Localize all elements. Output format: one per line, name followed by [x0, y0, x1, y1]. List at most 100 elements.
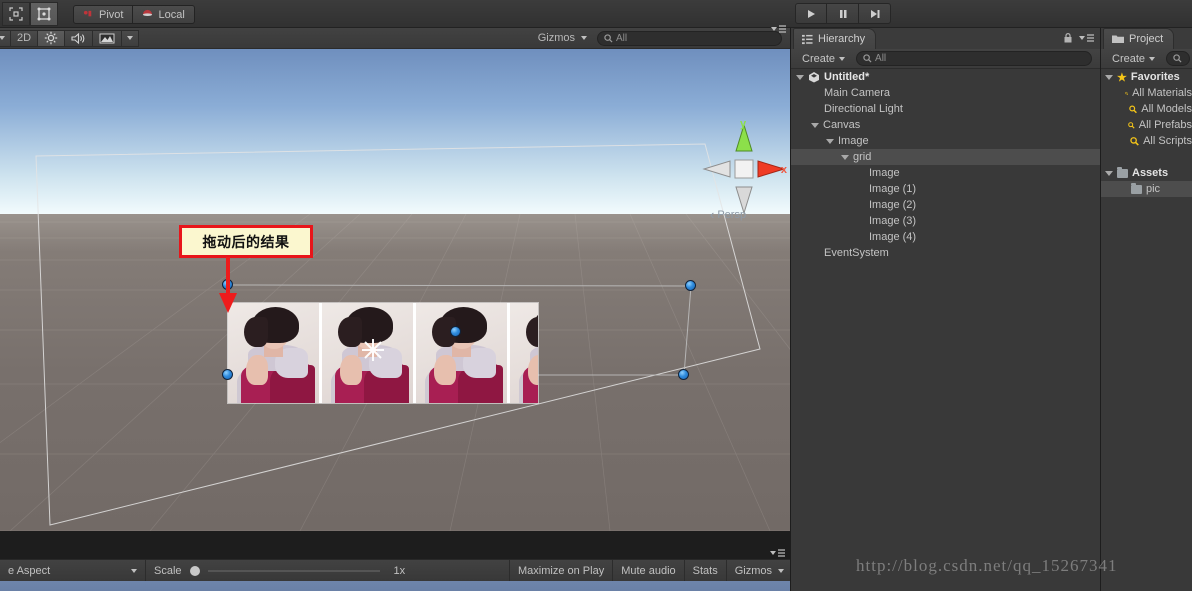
list-item[interactable] [510, 303, 538, 403]
tree-row-label: EventSystem [824, 247, 889, 259]
project-create-button[interactable]: Create [1107, 51, 1160, 67]
local-toggle-button[interactable]: Local [133, 5, 195, 24]
rect-handle-bottom-right[interactable] [678, 369, 689, 380]
hierarchy-search-input[interactable]: All [856, 51, 1092, 66]
tree-row-label: Assets [1132, 167, 1169, 179]
scene-viewport[interactable]: y x ‹ Persp 拖动后的结果 [0, 49, 790, 531]
tree-row[interactable]: Untitled* [791, 69, 1100, 85]
play-button[interactable] [795, 3, 827, 24]
chevron-down-icon[interactable] [841, 154, 849, 160]
2d-toggle-button[interactable]: 2D [10, 29, 39, 47]
project-create-label: Create [1112, 52, 1146, 65]
game-view-toolbar: e Aspect Scale 1x Maximize on Play Mute … [0, 549, 790, 582]
aspect-dropdown[interactable]: e Aspect [0, 560, 145, 582]
step-button[interactable] [859, 3, 891, 24]
unity-icon [809, 72, 819, 83]
game-viewport[interactable] [0, 581, 790, 591]
tab-hierarchy[interactable]: Hierarchy [793, 28, 877, 49]
move-cursor-icon [362, 339, 384, 361]
hierarchy-search-placeholder: All [875, 53, 887, 64]
audio-toggle-button[interactable] [64, 29, 94, 47]
scene-sky [0, 49, 790, 214]
tree-row[interactable]: Image [791, 165, 1100, 181]
hierarchy-create-button[interactable]: Create [797, 51, 850, 67]
hierarchy-icon [802, 34, 813, 44]
chevron-down-icon[interactable] [1105, 170, 1113, 176]
project-tree[interactable]: ★ Favorites All Materials All Models All Pre… [1101, 69, 1192, 591]
rect-handle-bottom-left[interactable] [222, 369, 233, 380]
rect-handle-top-right[interactable] [685, 280, 696, 291]
scene-gizmos-dropdown[interactable]: Gizmos [532, 30, 593, 47]
maximize-on-play-button[interactable]: Maximize on Play [509, 559, 612, 582]
game-gizmos-dropdown[interactable]: Gizmos [725, 559, 790, 582]
lighting-toggle-button[interactable] [37, 29, 66, 47]
tree-row-label: grid [853, 151, 872, 163]
chevron-down-icon[interactable] [796, 74, 804, 80]
list-item[interactable] [228, 303, 319, 403]
tree-row[interactable]: Image [791, 133, 1100, 149]
pause-button[interactable] [827, 3, 859, 24]
globe-icon [143, 9, 153, 16]
list-item[interactable] [416, 303, 507, 403]
rect-handle-pivot[interactable] [450, 326, 461, 337]
scale-label: Scale [154, 564, 182, 577]
tree-row[interactable]: Directional Light [791, 101, 1100, 117]
search-icon [1129, 136, 1139, 146]
scene-view-panel: 2D Gizmos All y x ‹ Persp 拖动后的结果 e Aspec… [0, 25, 790, 591]
tree-row[interactable]: grid [791, 149, 1100, 165]
tree-row[interactable]: All Models [1101, 101, 1192, 117]
effects-dropdown[interactable] [121, 29, 140, 47]
main-toolbar: Pivot Local [0, 0, 1192, 28]
lock-icon[interactable] [1063, 32, 1073, 44]
tree-row-label: Directional Light [824, 103, 903, 115]
chevron-down-icon [0, 36, 5, 40]
tree-row[interactable]: EventSystem [791, 245, 1100, 261]
chevron-down-icon[interactable] [1105, 74, 1113, 80]
chevron-down-icon[interactable] [811, 122, 819, 128]
tree-row-label: Image (2) [869, 199, 917, 211]
tree-row[interactable]: Canvas [791, 117, 1100, 133]
tab-project[interactable]: Project [1103, 28, 1175, 49]
panel-menu-icon[interactable] [1077, 33, 1095, 43]
pivot-toggle-button[interactable]: Pivot [73, 5, 134, 24]
scale-slider-group[interactable]: Scale 1x [145, 559, 413, 582]
image-effects-icon [99, 33, 115, 43]
chevron-down-icon [1149, 56, 1156, 61]
tree-row[interactable]: Assets [1101, 165, 1192, 181]
tree-row[interactable] [1101, 149, 1192, 165]
tree-row[interactable]: All Scripts [1101, 133, 1192, 149]
effects-toggle-button[interactable] [92, 29, 123, 47]
scene-search-input[interactable]: All [597, 30, 782, 46]
rect-tool-button[interactable] [30, 2, 58, 26]
tree-row[interactable]: Image (3) [791, 213, 1100, 229]
scale-slider-thumb[interactable] [189, 565, 200, 576]
gizmo-x-label: x [781, 164, 788, 176]
tree-row[interactable]: All Prefabs [1101, 117, 1192, 133]
transform-tools-group [2, 2, 58, 26]
stats-label: Stats [692, 564, 718, 577]
tree-row[interactable]: Image (2) [791, 197, 1100, 213]
hierarchy-tab-bar: Hierarchy [791, 28, 1100, 49]
tree-row[interactable]: ★ Favorites [1101, 69, 1192, 85]
tree-row[interactable]: Image (4) [791, 229, 1100, 245]
scale-tool-button[interactable] [2, 2, 30, 26]
hierarchy-tab-tools [1063, 32, 1095, 44]
tree-row[interactable]: All Materials [1101, 85, 1192, 101]
project-tab-bar: Project [1101, 28, 1192, 49]
stats-button[interactable]: Stats [683, 559, 726, 582]
project-search-input[interactable] [1166, 51, 1190, 66]
tree-row[interactable]: Image (1) [791, 181, 1100, 197]
mute-audio-button[interactable]: Mute audio [612, 559, 683, 582]
scale-slider-track[interactable] [207, 569, 380, 572]
search-icon [863, 54, 872, 63]
annotation-arrow [219, 257, 237, 313]
chevron-down-icon[interactable] [826, 138, 834, 144]
aspect-label: e Aspect [8, 564, 51, 577]
game-gizmos-label: Gizmos [734, 564, 772, 577]
tree-row[interactable]: pic [1101, 181, 1192, 197]
tree-row[interactable]: Main Camera [791, 85, 1100, 101]
mute-audio-label: Mute audio [621, 564, 676, 577]
hierarchy-tree[interactable]: Untitled* Main Camera Directional Light Can… [791, 69, 1100, 591]
folder-icon [1117, 166, 1128, 178]
scene-projection-label[interactable]: ‹ Persp [710, 207, 746, 222]
